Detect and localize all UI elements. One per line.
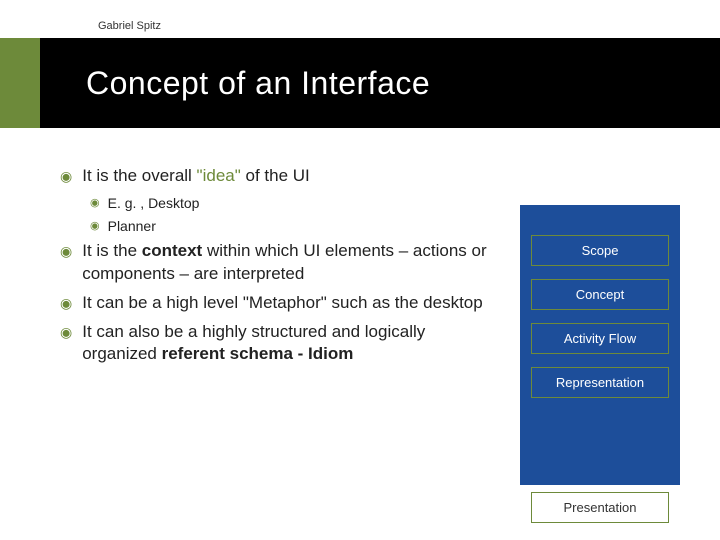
bullet-text: Planner xyxy=(108,217,156,236)
side-box-activity-flow: Activity Flow xyxy=(531,323,669,354)
bullet-text: It can be a high level "Metaphor" such a… xyxy=(82,292,482,315)
text-bold: referent schema - Idiom xyxy=(162,344,354,363)
bullet-icon: ◉ xyxy=(60,292,72,315)
bullet-text: It can also be a highly structured and l… xyxy=(82,321,500,367)
side-box-presentation: Presentation xyxy=(531,492,669,523)
text-part: It is the overall xyxy=(82,166,196,185)
title-bar: Concept of an Interface xyxy=(0,38,720,128)
bullet-text: E. g. , Desktop xyxy=(108,194,200,213)
bullet-icon: ◉ xyxy=(60,321,72,367)
author-name: Gabriel Spitz xyxy=(98,20,161,32)
side-box-concept: Concept xyxy=(531,279,669,310)
bullet-4: ◉ It can also be a highly structured and… xyxy=(60,321,500,367)
bullet-1a: ◉ E. g. , Desktop xyxy=(90,194,500,213)
text-highlight: "idea" xyxy=(197,166,241,185)
bullet-1b: ◉ Planner xyxy=(90,217,500,236)
bullet-3: ◉ It can be a high level "Metaphor" such… xyxy=(60,292,500,315)
bullet-text: It is the overall "idea" of the UI xyxy=(82,165,310,188)
bullet-icon: ◉ xyxy=(90,194,100,213)
content-area: ◉ It is the overall "idea" of the UI ◉ E… xyxy=(60,165,500,372)
bullet-icon: ◉ xyxy=(90,217,100,236)
side-box-scope: Scope xyxy=(531,235,669,266)
bullet-text: It is the context within which UI elemen… xyxy=(82,240,500,286)
text-bold: context xyxy=(142,241,202,260)
slide-title: Concept of an Interface xyxy=(86,65,430,102)
bullet-2: ◉ It is the context within which UI elem… xyxy=(60,240,500,286)
bullet-icon: ◉ xyxy=(60,240,72,286)
bullet-1: ◉ It is the overall "idea" of the UI xyxy=(60,165,500,188)
title-accent xyxy=(0,38,40,128)
bullet-icon: ◉ xyxy=(60,165,72,188)
side-panel: Scope Concept Activity Flow Representati… xyxy=(520,205,680,485)
text-part: It is the xyxy=(82,241,142,260)
side-box-representation: Representation xyxy=(531,367,669,398)
text-part: of the UI xyxy=(241,166,310,185)
